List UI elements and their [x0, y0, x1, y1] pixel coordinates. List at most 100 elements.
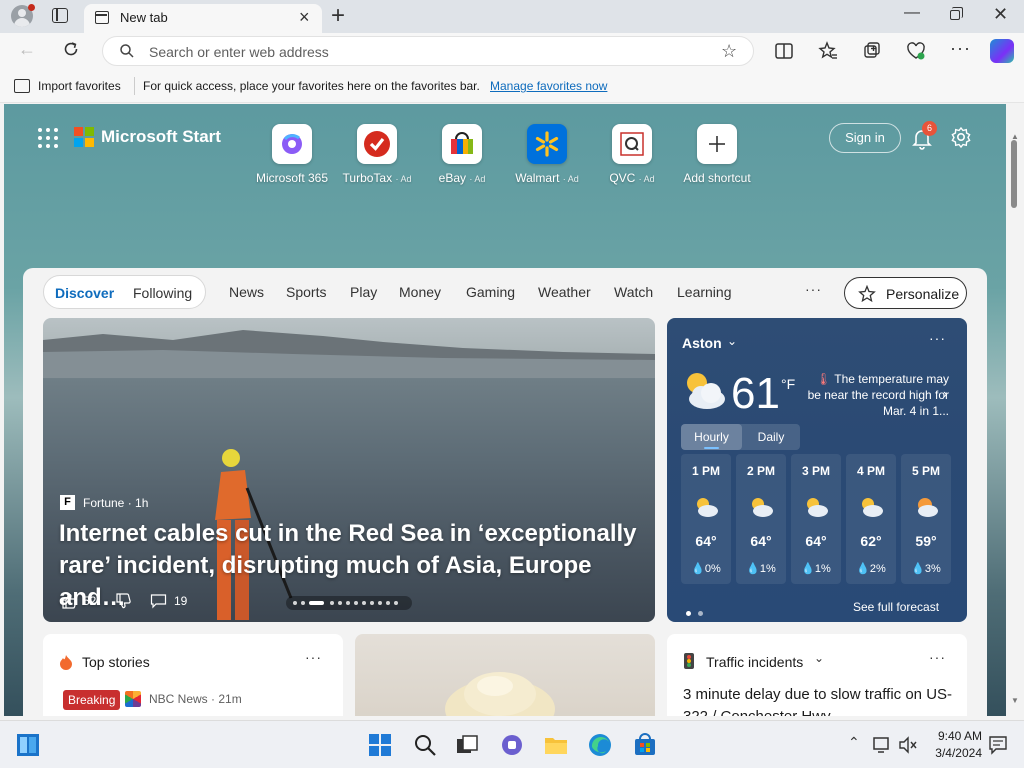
- hourly-forecast-item[interactable]: 1 PM 64° 💧0%: [681, 454, 731, 584]
- new-tab-favicon-icon: [95, 11, 109, 24]
- tab-learning[interactable]: Learning: [677, 284, 732, 300]
- notification-center-icon[interactable]: [988, 735, 1008, 755]
- weather-unit[interactable]: °F: [781, 376, 795, 392]
- taskbar-time[interactable]: 9:40 AM: [932, 729, 982, 743]
- hour-time: 2 PM: [746, 464, 775, 478]
- microsoft-store-icon[interactable]: [633, 733, 657, 757]
- weather-location[interactable]: Aston: [682, 335, 722, 351]
- tab-money[interactable]: Money: [399, 284, 441, 300]
- weather-more-button[interactable]: ···: [929, 330, 946, 346]
- carousel-indicator[interactable]: [286, 596, 412, 610]
- chevron-down-icon[interactable]: ⌄: [814, 651, 824, 665]
- breaking-badge: Breaking: [63, 690, 121, 710]
- tab-sports[interactable]: Sports: [286, 284, 326, 300]
- search-icon[interactable]: [413, 733, 437, 757]
- scroll-down-arrow-icon[interactable]: ▼: [1011, 696, 1019, 705]
- hero-story-card[interactable]: F Fortune · 1h Internet cables cut in th…: [43, 318, 655, 622]
- settings-more-button[interactable]: ···: [950, 38, 971, 59]
- copilot-icon[interactable]: [990, 39, 1014, 63]
- start-button-icon[interactable]: [368, 733, 392, 757]
- weather-alert[interactable]: 🌡 The temperature may be near the record…: [807, 371, 949, 419]
- dislike-icon[interactable]: [115, 593, 131, 609]
- hourly-forecast-item[interactable]: 3 PM 64° 💧1%: [791, 454, 841, 584]
- volume-muted-icon[interactable]: [898, 735, 918, 755]
- edge-browser-icon[interactable]: [588, 733, 612, 757]
- sign-in-button[interactable]: Sign in: [829, 123, 901, 153]
- tab-weather[interactable]: Weather: [538, 284, 591, 300]
- top-stories-more-button[interactable]: ···: [305, 649, 322, 665]
- see-full-forecast-link[interactable]: See full forecast: [853, 600, 939, 614]
- profile-status-dot: [28, 4, 35, 11]
- raindrop-icon: 💧: [911, 563, 925, 575]
- hourly-forecast-item[interactable]: 5 PM 59° 💧3%: [901, 454, 951, 584]
- widgets-icon[interactable]: [16, 733, 40, 757]
- file-explorer-icon[interactable]: [544, 733, 568, 757]
- manage-favorites-link[interactable]: Manage favorites now: [490, 79, 607, 93]
- brand-title[interactable]: Microsoft Start: [101, 127, 221, 147]
- tab-discover[interactable]: Discover: [55, 285, 114, 301]
- tab-news[interactable]: News: [229, 284, 264, 300]
- favorite-star-icon[interactable]: ☆: [721, 41, 737, 62]
- tab-close-icon[interactable]: ×: [299, 8, 310, 26]
- address-input[interactable]: Search or enter web address: [149, 44, 329, 60]
- tab-following[interactable]: Following: [133, 285, 192, 301]
- more-tabs-button[interactable]: ···: [805, 281, 822, 297]
- hourly-forecast-item[interactable]: 2 PM 64° 💧1%: [736, 454, 786, 584]
- chevron-up-icon[interactable]: ⌃: [848, 734, 860, 751]
- feed-mode-toggle: Discover Following: [43, 275, 206, 309]
- tab-gaming[interactable]: Gaming: [466, 284, 515, 300]
- tab-hourly[interactable]: Hourly: [681, 424, 742, 450]
- taskbar-date[interactable]: 3/4/2024: [932, 746, 982, 760]
- import-favorites-button[interactable]: Import favorites: [38, 79, 121, 93]
- split-screen-icon[interactable]: [774, 41, 794, 61]
- hour-precip: 💧3%: [911, 563, 941, 575]
- tab-daily[interactable]: Daily: [742, 424, 800, 450]
- shortcut-label: Add shortcut: [683, 171, 751, 185]
- walmart-icon: [527, 124, 567, 164]
- comment-count: 19: [174, 594, 188, 608]
- shortcut-label: Microsoft 365: [255, 171, 329, 185]
- scroll-thumb[interactable]: [1011, 140, 1017, 208]
- like-count: 52: [83, 594, 97, 608]
- network-icon[interactable]: [872, 735, 892, 755]
- traffic-more-button[interactable]: ···: [929, 649, 946, 665]
- chevron-down-icon[interactable]: ⌄: [727, 334, 737, 348]
- favorites-icon[interactable]: [818, 41, 838, 61]
- page-settings-gear-icon[interactable]: [950, 126, 972, 148]
- weather-card[interactable]: Aston ⌄ ··· 61 °F 🌡 The temperature may …: [667, 318, 967, 622]
- tab-watch[interactable]: Watch: [614, 284, 653, 300]
- weather-view-tabs: Hourly Daily: [681, 424, 800, 450]
- chevron-right-icon[interactable]: ›: [943, 386, 947, 401]
- image-story-card[interactable]: [355, 634, 655, 716]
- window-minimize-button[interactable]: —: [904, 4, 920, 22]
- traffic-incident-text[interactable]: 3 minute delay due to slow traffic on US…: [683, 684, 953, 716]
- window-restore-button[interactable]: [950, 7, 963, 20]
- traffic-light-icon: [684, 653, 694, 669]
- back-button[interactable]: ←: [18, 39, 36, 60]
- like-icon[interactable]: [61, 593, 77, 609]
- teams-chat-icon[interactable]: [500, 733, 524, 757]
- personalize-button[interactable]: Personalize: [844, 277, 967, 309]
- tab-play[interactable]: Play: [350, 284, 377, 300]
- hourly-forecast-item[interactable]: 4 PM 62° 💧2%: [846, 454, 896, 584]
- new-tab-button[interactable]: +: [331, 3, 345, 29]
- traffic-title: Traffic incidents: [706, 654, 804, 670]
- comment-icon[interactable]: [150, 593, 167, 609]
- sunset-partly-cloudy-icon: [918, 498, 938, 517]
- page-scrollbar[interactable]: ▲ ▼: [1006, 104, 1024, 716]
- tab-actions-icon[interactable]: [52, 8, 68, 23]
- window-close-button[interactable]: ✕: [993, 4, 1008, 24]
- address-bar[interactable]: Search or enter web address ☆: [102, 36, 754, 66]
- add-shortcut-button[interactable]: Add shortcut: [665, 124, 769, 185]
- refresh-icon[interactable]: [62, 40, 80, 58]
- traffic-incidents-card[interactable]: Traffic incidents ⌄ ··· 3 minute delay d…: [667, 634, 967, 716]
- browser-essentials-icon[interactable]: [906, 41, 926, 61]
- tab-new-tab[interactable]: New tab ×: [84, 4, 322, 33]
- collections-icon[interactable]: [862, 41, 882, 61]
- import-favorites-icon[interactable]: [14, 79, 30, 93]
- top-stories-card[interactable]: Top stories ··· Breaking NBC News · 21m: [43, 634, 343, 716]
- task-view-icon[interactable]: [455, 733, 479, 757]
- browser-toolbar: ← Search or enter web address ☆ ···: [0, 33, 1024, 69]
- app-launcher-icon[interactable]: [38, 128, 58, 148]
- weather-page-dots[interactable]: [686, 604, 710, 619]
